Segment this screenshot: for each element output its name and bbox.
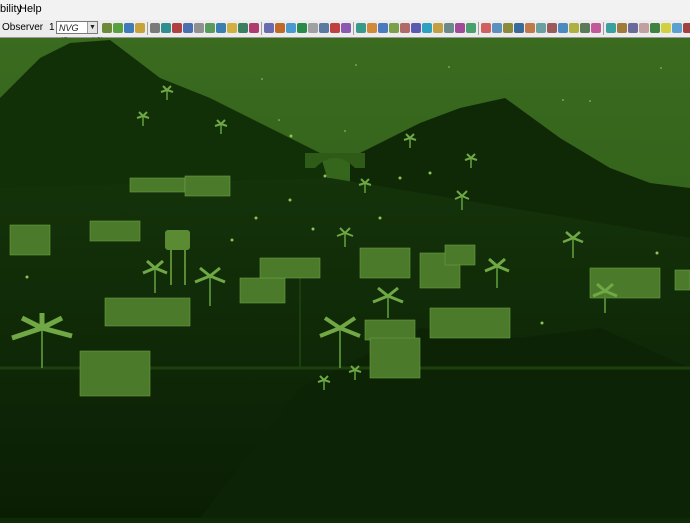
toolbar-tool-icon[interactable] [356, 23, 366, 33]
toolbar-separator [261, 22, 262, 35]
toolbar-tool-icon[interactable] [227, 23, 237, 33]
toolbar-tool-icon[interactable] [569, 23, 579, 33]
toolbar-tool-icon[interactable] [492, 23, 502, 33]
toolbar-tool-icon[interactable] [183, 23, 193, 33]
toolbar-tool-icon[interactable] [628, 23, 638, 33]
toolbar-tool-icon[interactable] [661, 23, 671, 33]
toolbar-tool-icon[interactable] [591, 23, 601, 33]
toolbar-tool-icon[interactable] [275, 23, 285, 33]
toolbar-tool-icon[interactable] [319, 23, 329, 33]
toolbar-tool-icon[interactable] [466, 23, 476, 33]
toolbar-tool-icon[interactable] [525, 23, 535, 33]
toolbar: Observer 1 NVG (Sensor#3) ▼ [0, 20, 690, 46]
toolbar-tool-icon[interactable] [249, 23, 259, 33]
toolbar-tool-icon[interactable] [606, 23, 616, 33]
toolbar-tool-icon[interactable] [672, 23, 682, 33]
toolbar-tool-icon[interactable] [411, 23, 421, 33]
toolbar-tool-icon[interactable] [558, 23, 568, 33]
toolbar-tool-icon[interactable] [308, 23, 318, 33]
toolbar-tool-icon[interactable] [264, 23, 274, 33]
toolbar-icon-strip [102, 22, 690, 35]
chevron-down-icon[interactable]: ▼ [87, 22, 97, 33]
toolbar-tool-icon[interactable] [161, 23, 171, 33]
toolbar-tool-icon[interactable] [297, 23, 307, 33]
toolbar-tool-icon[interactable] [102, 23, 112, 33]
menu-bar: bility Help [0, 0, 690, 21]
toolbar-tool-icon[interactable] [194, 23, 204, 33]
toolbar-tool-icon[interactable] [422, 23, 432, 33]
toolbar-separator [603, 22, 604, 35]
sensor-select[interactable]: NVG (Sensor#3) ▼ [56, 21, 104, 46]
toolbar-tool-icon[interactable] [650, 23, 660, 33]
toolbar-separator [478, 22, 479, 35]
observer-label: Observer [2, 22, 44, 33]
toolbar-tool-icon[interactable] [514, 23, 524, 33]
toolbar-tool-icon[interactable] [378, 23, 388, 33]
toolbar-tool-icon[interactable] [286, 23, 296, 33]
toolbar-tool-icon[interactable] [455, 23, 465, 33]
toolbar-tool-icon[interactable] [135, 23, 145, 33]
toolbar-tool-icon[interactable] [444, 23, 454, 33]
toolbar-tool-icon[interactable] [389, 23, 399, 33]
night-vision-viewport[interactable] [0, 38, 690, 518]
toolbar-tool-icon[interactable] [683, 23, 690, 33]
toolbar-tool-icon[interactable] [536, 23, 546, 33]
menu-item-help[interactable]: Help [19, 3, 42, 15]
toolbar-tool-icon[interactable] [205, 23, 215, 33]
toolbar-tool-icon[interactable] [547, 23, 557, 33]
scene-canvas [0, 38, 690, 518]
toolbar-tool-icon[interactable] [113, 23, 123, 33]
toolbar-tool-icon[interactable] [238, 23, 248, 33]
toolbar-tool-icon[interactable] [400, 23, 410, 33]
toolbar-tool-icon[interactable] [172, 23, 182, 33]
toolbar-separator [147, 22, 148, 35]
toolbar-tool-icon[interactable] [580, 23, 590, 33]
toolbar-tool-icon[interactable] [341, 23, 351, 33]
toolbar-tool-icon[interactable] [433, 23, 443, 33]
toolbar-tool-icon[interactable] [617, 23, 627, 33]
toolbar-tool-icon[interactable] [639, 23, 649, 33]
toolbar-tool-icon[interactable] [330, 23, 340, 33]
toolbar-separator [353, 22, 354, 35]
toolbar-tool-icon[interactable] [216, 23, 226, 33]
toolbar-tool-icon[interactable] [150, 23, 160, 33]
toolbar-tool-icon[interactable] [367, 23, 377, 33]
toolbar-tool-icon[interactable] [124, 23, 134, 33]
observer-index: 1 [49, 22, 55, 33]
toolbar-tool-icon[interactable] [481, 23, 491, 33]
toolbar-tool-icon[interactable] [503, 23, 513, 33]
